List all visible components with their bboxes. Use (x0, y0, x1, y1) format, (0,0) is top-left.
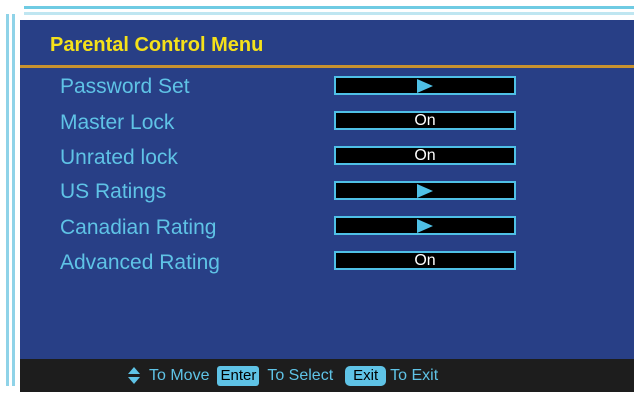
menu-item-advanced-rating[interactable]: Advanced Rating (60, 248, 220, 278)
enter-key-badge: Enter (217, 365, 260, 386)
exit-key-badge: Exit (345, 365, 387, 386)
help-bar: To Move Enter To Select Exit To Exit (20, 359, 634, 392)
parental-control-screen: Parental Control Menu Password Set Maste… (20, 20, 634, 392)
unrated-lock-value[interactable]: On (334, 146, 516, 165)
left-decorative-bar-secondary (12, 14, 15, 386)
menu-item-unrated-lock[interactable]: Unrated lock (60, 143, 178, 173)
password-set-submenu-button[interactable] (334, 76, 516, 95)
title-bar: Parental Control Menu (20, 28, 634, 68)
left-decorative-bar (6, 14, 9, 386)
top-decorative-rule-secondary (24, 12, 634, 15)
menu-item-password-set[interactable]: Password Set (60, 72, 190, 102)
page-title: Parental Control Menu (50, 34, 264, 56)
us-ratings-submenu-button[interactable] (334, 181, 516, 200)
select-hint: To Select (267, 367, 334, 384)
right-arrow-icon (417, 184, 433, 198)
menu-item-master-lock[interactable]: Master Lock (60, 108, 174, 138)
exit-hint: To Exit (390, 367, 439, 384)
top-decorative-rule (24, 6, 634, 9)
right-arrow-icon (417, 79, 433, 93)
right-arrow-icon (417, 219, 433, 233)
advanced-rating-value[interactable]: On (334, 251, 516, 270)
move-hint: To Move (149, 367, 210, 384)
tv-menu-frame: Parental Control Menu Password Set Maste… (0, 0, 634, 397)
canadian-rating-submenu-button[interactable] (334, 216, 516, 235)
menu-item-us-ratings[interactable]: US Ratings (60, 177, 166, 207)
title-divider (20, 65, 634, 68)
menu-item-canadian-rating[interactable]: Canadian Rating (60, 213, 216, 243)
up-down-arrows-icon (128, 366, 140, 385)
master-lock-value[interactable]: On (334, 111, 516, 130)
help-bar-content: To Move Enter To Select Exit To Exit (128, 365, 438, 386)
